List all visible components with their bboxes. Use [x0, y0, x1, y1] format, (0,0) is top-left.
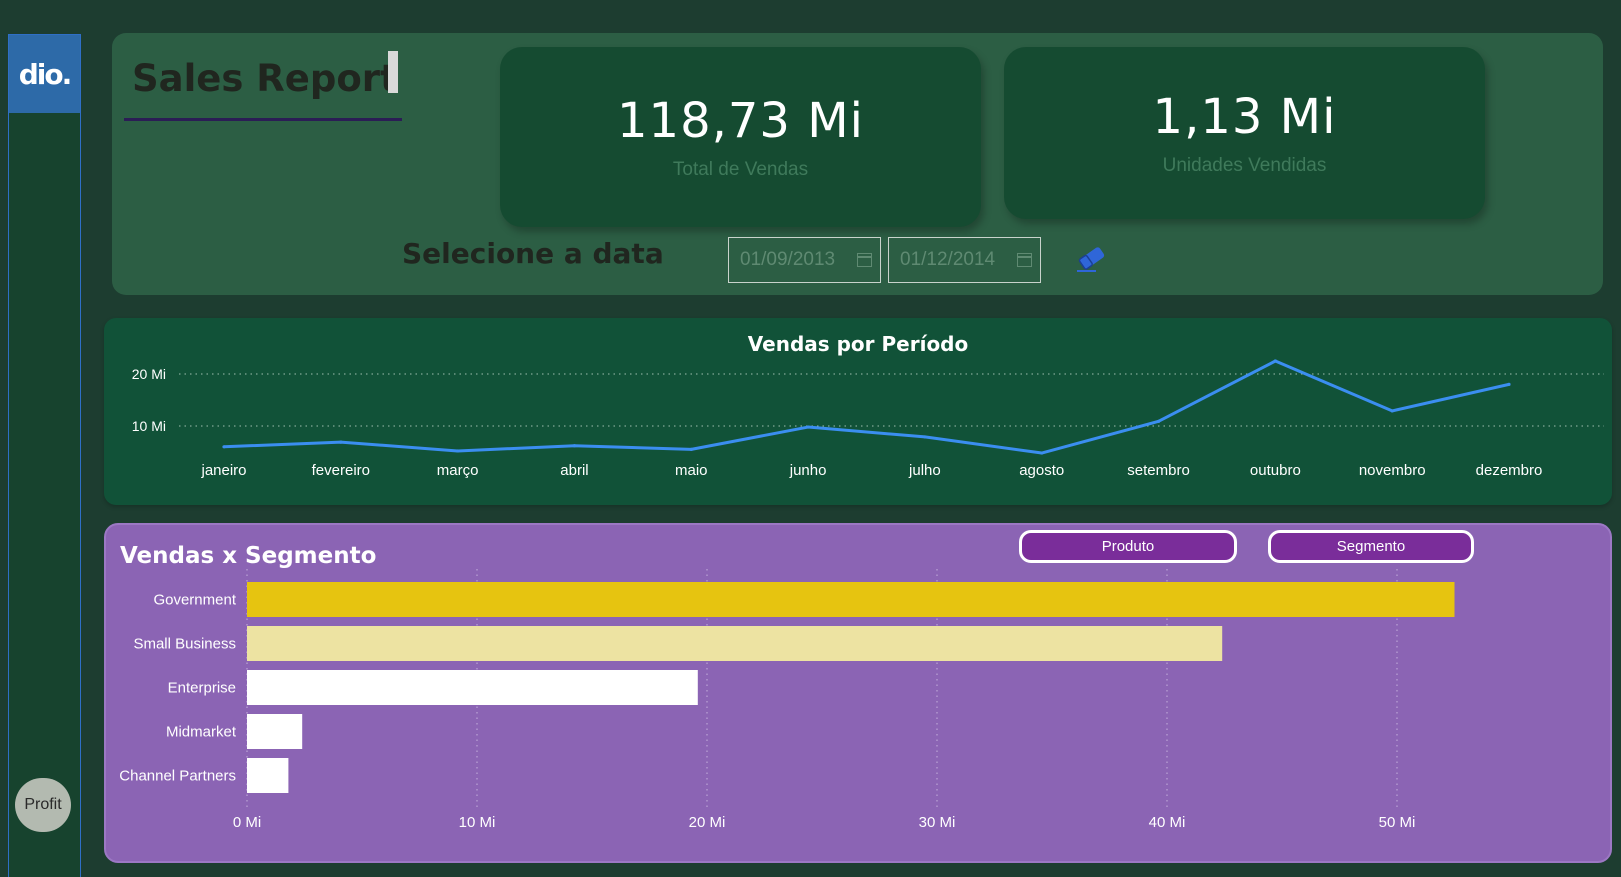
x-tick-label: 50 Mi	[1379, 814, 1416, 831]
y-category-label: Enterprise	[168, 680, 236, 697]
kpi-units-sold-card: 1,13 Mi Unidades Vendidas	[1004, 47, 1485, 219]
eraser-icon[interactable]	[1074, 243, 1110, 273]
segment-bar	[247, 714, 303, 749]
line-point	[923, 435, 927, 439]
line-point	[456, 449, 460, 453]
calendar-icon[interactable]	[857, 253, 872, 267]
y-category-label: Small Business	[133, 636, 236, 653]
header-panel: Sales Report 118,73 Mi Total de Vendas 1…	[112, 33, 1603, 295]
title-underline	[124, 118, 402, 121]
line-point	[1507, 382, 1511, 386]
line-point	[1390, 409, 1394, 413]
x-tick-label: maio	[675, 462, 708, 479]
y-category-label: Midmarket	[166, 724, 237, 741]
start-date-input[interactable]: 01/09/2013	[728, 237, 881, 283]
end-date-value: 01/12/2014	[900, 249, 996, 270]
sidebar: dio. Profit	[8, 34, 81, 877]
segment-bar	[247, 758, 289, 793]
y-category-label: Government	[153, 592, 236, 609]
kpi-total-sales-value: 118,73 Mi	[617, 93, 864, 149]
segment-bar	[247, 670, 698, 705]
x-tick-label: 30 Mi	[919, 814, 956, 831]
sales-line-series	[223, 359, 1510, 455]
x-tick-label: 0 Mi	[233, 814, 261, 831]
x-tick-label: julho	[908, 462, 941, 479]
dashboard-page: dio. Profit Sales Report 118,73 Mi Total…	[0, 0, 1621, 877]
end-date-input[interactable]: 01/12/2014	[888, 237, 1041, 283]
line-point	[1273, 359, 1277, 363]
kpi-units-sold-label: Unidades Vendidas	[1162, 155, 1327, 176]
kpi-total-sales-card: 118,73 Mi Total de Vendas	[500, 47, 981, 227]
date-filter-label: Selecione a data	[402, 237, 664, 270]
sales-by-segment-chart: Vendas x Segmento Produto Segmento 0 Mi 1…	[104, 523, 1612, 863]
x-tick-label: agosto	[1019, 462, 1064, 479]
x-tick-label: 40 Mi	[1149, 814, 1186, 831]
x-tick-label: setembro	[1127, 462, 1190, 479]
x-tick-label: novembro	[1359, 462, 1426, 479]
kpi-units-sold-value: 1,13 Mi	[1152, 89, 1337, 145]
page-title: Sales Report	[132, 57, 398, 100]
x-tick-label: março	[437, 462, 479, 479]
line-point	[1040, 451, 1044, 455]
x-tick-label: junho	[789, 462, 827, 479]
y-tick-label: 10 Mi	[132, 418, 166, 434]
kpi-total-sales-label: Total de Vendas	[672, 159, 809, 180]
line-point	[806, 425, 810, 429]
line-point	[1156, 419, 1161, 423]
line-point	[689, 447, 693, 451]
x-tick-label: 20 Mi	[689, 814, 726, 831]
y-tick-label: 20 Mi	[132, 366, 166, 382]
title-accent-bar	[388, 51, 398, 93]
segment-bar	[247, 626, 1223, 661]
x-tick-label: fevereiro	[312, 462, 370, 479]
line-point	[339, 440, 343, 444]
line-point	[572, 444, 577, 448]
y-category-label: Channel Partners	[119, 768, 236, 785]
x-tick-label: 10 Mi	[459, 814, 496, 831]
bar-chart-svg: 0 Mi 10 Mi 20 Mi 30 Mi 40 Mi 50 Mi Government S…	[119, 569, 1455, 831]
line-chart-svg: 10 Mi 20 Mi janeiro fevereiro março abril maio…	[132, 359, 1604, 479]
calendar-icon[interactable]	[1017, 253, 1032, 267]
x-tick-label: outubro	[1250, 462, 1301, 479]
sales-by-period-chart: Vendas por Período 10 Mi 20 Mi janeiro feve…	[104, 318, 1612, 505]
segment-bar	[247, 582, 1455, 617]
profit-button[interactable]: Profit	[15, 778, 71, 832]
logo-text: dio.	[18, 57, 72, 91]
x-tick-label: janeiro	[200, 462, 246, 479]
x-tick-label: abril	[560, 462, 588, 479]
start-date-value: 01/09/2013	[740, 249, 836, 270]
x-tick-label: dezembro	[1476, 462, 1543, 479]
dio-logo: dio.	[9, 35, 80, 113]
line-point	[222, 445, 226, 449]
